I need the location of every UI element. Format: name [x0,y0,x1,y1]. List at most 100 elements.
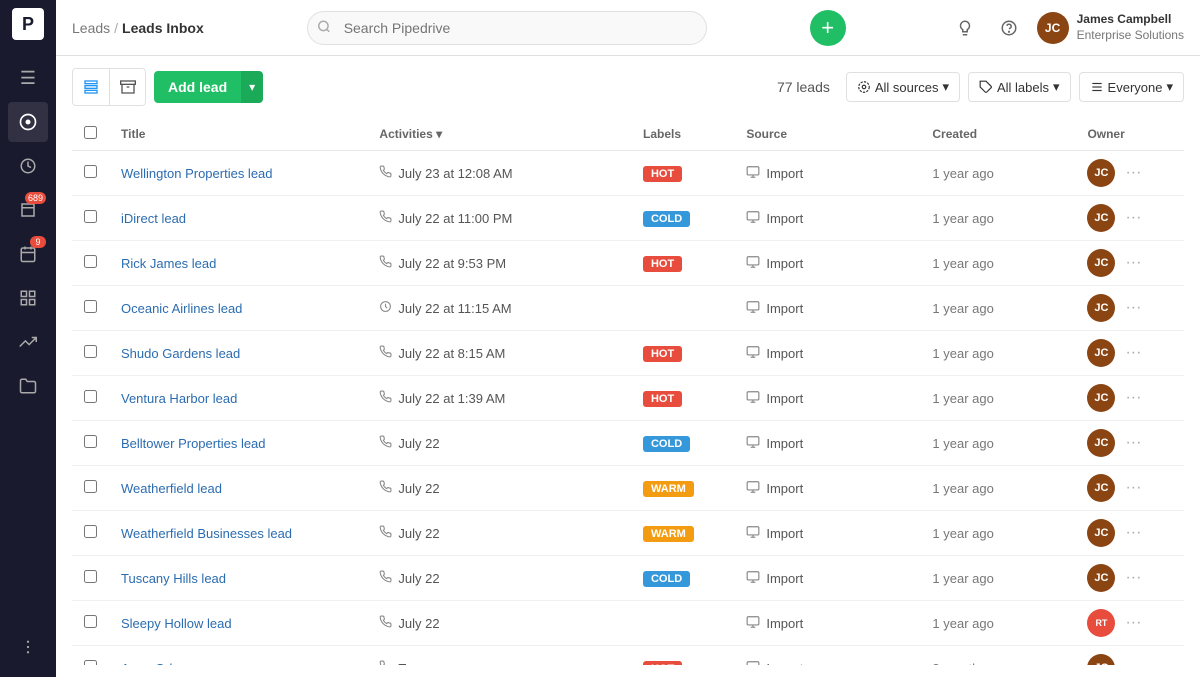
lead-title[interactable]: iDirect lead [109,196,367,241]
row-more-button[interactable]: ··· [1121,612,1145,634]
sidebar-item-projects[interactable] [8,366,48,406]
row-checkbox[interactable] [84,345,97,358]
breadcrumb-parent[interactable]: Leads [72,20,110,36]
row-more-button[interactable]: ··· [1121,207,1145,229]
header-source[interactable]: Source [734,118,920,151]
lead-title[interactable]: Belltower Properties lead [109,421,367,466]
row-more-button[interactable]: ··· [1121,522,1145,544]
owner-avatar: JC [1087,294,1115,322]
lead-label: HOT [631,331,734,376]
owner-avatar: JC [1087,249,1115,277]
activity-time: July 22 at 1:39 AM [398,391,505,406]
filter-sources-button[interactable]: All sources ▾ [846,72,960,102]
select-all-checkbox[interactable] [84,126,97,139]
row-more-button[interactable]: ··· [1121,432,1145,454]
row-more-button[interactable]: ··· [1121,567,1145,589]
row-checkbox[interactable] [84,435,97,448]
source-icon [746,345,760,362]
table-row: iDirect lead July 22 at 11:00 PM COLD Im… [72,196,1184,241]
lead-title[interactable]: Weatherfield lead [109,466,367,511]
help-icon-button[interactable] [993,12,1025,44]
search-input[interactable] [307,11,707,45]
row-checkbox[interactable] [84,255,97,268]
avatar: JC [1037,12,1069,44]
row-checkbox[interactable] [84,570,97,583]
add-lead-dropdown-button[interactable]: ▾ [241,71,263,103]
lead-source: Import [734,151,920,196]
lead-created: 1 year ago [920,286,1075,331]
row-checkbox[interactable] [84,300,97,313]
bulb-icon-button[interactable] [949,12,981,44]
header-activities[interactable]: Activities ▾ [367,118,631,151]
filter-labels-chevron: ▾ [1053,79,1060,95]
topbar-actions: JC James Campbell Enterprise Solutions [949,12,1184,44]
header-title[interactable]: Title [109,118,367,151]
add-lead-button[interactable]: Add lead [154,71,241,103]
row-checkbox[interactable] [84,660,97,665]
header-created[interactable]: Created [920,118,1075,151]
archive-view-button[interactable] [109,69,145,105]
user-profile[interactable]: JC James Campbell Enterprise Solutions [1037,12,1184,44]
lead-title[interactable]: Ventura Harbor lead [109,376,367,421]
sidebar-item-inbox[interactable]: 689 [8,190,48,230]
row-more-button[interactable]: ··· [1121,162,1145,184]
row-more-button[interactable]: ··· [1121,477,1145,499]
sidebar-item-calendar[interactable]: 9 [8,234,48,274]
label-badge: HOT [643,256,682,272]
source-label: Import [766,391,803,406]
header-labels[interactable]: Labels [631,118,734,151]
row-more-button[interactable]: ··· [1121,252,1145,274]
row-checkbox[interactable] [84,615,97,628]
sidebar-item-leads[interactable] [8,102,48,142]
activity-time: July 22 [398,616,439,631]
label-badge: WARM [643,481,694,497]
filter-owner-button[interactable]: Everyone ▾ [1079,72,1184,102]
row-checkbox-cell [72,376,109,421]
activity-type-icon [379,210,392,226]
add-button[interactable]: + [810,10,846,46]
lead-owner: JC ··· [1075,376,1184,421]
owner-avatar: JC [1087,519,1115,547]
sidebar-item-menu[interactable]: ☰ [8,58,48,98]
lead-title[interactable]: Shudo Gardens lead [109,331,367,376]
lead-title[interactable]: Tuscany Hills lead [109,556,367,601]
row-more-button[interactable]: ··· [1121,297,1145,319]
lead-created: 1 year ago [920,376,1075,421]
lead-title[interactable]: Sleepy Hollow lead [109,601,367,646]
sidebar-item-activities[interactable] [8,278,48,318]
activity-type-icon [379,345,392,361]
lead-title[interactable]: Oceanic Airlines lead [109,286,367,331]
app-logo[interactable]: P [12,8,44,40]
add-lead-button-group: Add lead ▾ [154,71,263,103]
lead-created: 1 year ago [920,421,1075,466]
row-more-button[interactable]: ··· [1121,342,1145,364]
sidebar-item-deals[interactable] [8,146,48,186]
lead-title[interactable]: Rick James lead [109,241,367,286]
sidebar-item-insights[interactable] [8,322,48,362]
source-label: Import [766,616,803,631]
row-more-button[interactable]: ··· [1121,387,1145,409]
lead-source: Import [734,556,920,601]
header-owner[interactable]: Owner [1075,118,1184,151]
sidebar-item-more[interactable] [8,627,48,667]
lead-owner: JC ··· [1075,331,1184,376]
row-more-button[interactable]: ··· [1121,657,1145,665]
list-view-button[interactable] [73,69,109,105]
row-checkbox[interactable] [84,390,97,403]
row-checkbox[interactable] [84,525,97,538]
lead-title[interactable]: Wellington Properties lead [109,151,367,196]
row-checkbox[interactable] [84,480,97,493]
lead-owner: JC ··· [1075,196,1184,241]
row-checkbox[interactable] [84,210,97,223]
source-label: Import [766,661,803,666]
lead-label: WARM [631,511,734,556]
lead-title[interactable]: Weatherfield Businesses lead [109,511,367,556]
filter-labels-button[interactable]: All labels ▾ [968,72,1071,102]
row-checkbox[interactable] [84,165,97,178]
source-icon [746,390,760,407]
user-name: James Campbell [1077,12,1184,28]
activity-time: July 22 [398,526,439,541]
activity-type-icon [379,525,392,541]
lead-title[interactable]: Anna Odom [109,646,367,666]
activity-time: July 22 at 8:15 AM [398,346,505,361]
